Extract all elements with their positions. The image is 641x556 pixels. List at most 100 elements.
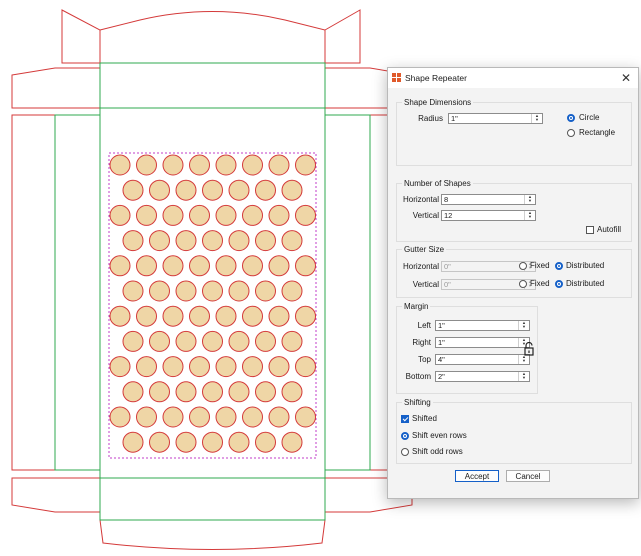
radius-label: Radius: [418, 114, 443, 123]
repeated-circle: [215, 356, 237, 378]
repeated-circle: [162, 255, 184, 277]
repeated-circle: [268, 154, 290, 176]
repeated-circle: [242, 154, 263, 176]
circle-radio[interactable]: [567, 114, 575, 122]
autofill-checkbox[interactable]: [586, 226, 594, 234]
horizontal-count-label: Horizontal: [402, 195, 439, 204]
repeated-circle: [242, 406, 263, 428]
repeated-circle: [149, 179, 170, 201]
unlocked-padlock-icon[interactable]: [523, 342, 535, 356]
gutter-horizontal-distributed-label: Distributed: [566, 261, 605, 270]
repeated-circle: [255, 381, 276, 403]
repeated-circle: [109, 305, 131, 327]
repeated-circle: [189, 255, 210, 277]
vertical-count-label: Vertical: [412, 211, 439, 220]
margin-bottom-input[interactable]: [438, 372, 518, 381]
margin-bottom-stepper-arrows[interactable]: ▲ ▼: [518, 372, 529, 381]
shift-even-rows-radio[interactable]: [401, 432, 409, 440]
radius-stepper-arrows[interactable]: ▲ ▼: [531, 114, 542, 123]
cancel-button[interactable]: Cancel: [506, 470, 550, 482]
repeated-circle: [189, 204, 210, 226]
gutter-horizontal-fixed-radio[interactable]: [519, 262, 527, 270]
radius-input[interactable]: [451, 114, 531, 123]
repeated-circle: [189, 154, 210, 176]
shifting-group: Shifting Shifted Shift even rows Shift o…: [396, 398, 632, 464]
left-outer-side-panel: [11, 114, 56, 471]
repeated-circle: [149, 381, 170, 403]
rectangle-label: Rectangle: [579, 128, 616, 137]
repeated-circle: [281, 230, 303, 252]
number-of-shapes-group: Number of Shapes Horizontal ▲▼ Vertical …: [396, 179, 632, 242]
gutter-vertical-distributed-radio[interactable]: [555, 280, 563, 288]
margin-left-stepper-arrows[interactable]: ▲ ▼: [518, 321, 529, 330]
repeated-circles: [109, 154, 316, 453]
app-icon: [392, 73, 401, 82]
title-bar: Shape Repeater ✕: [388, 68, 638, 88]
repeated-circle: [268, 204, 290, 226]
circle-label: Circle: [579, 113, 600, 122]
close-icon[interactable]: ✕: [618, 70, 634, 86]
margin-right-spinbox[interactable]: ▲▼: [435, 337, 530, 348]
repeated-circle: [228, 230, 250, 252]
repeated-circle: [136, 154, 157, 176]
repeated-circle: [109, 154, 131, 176]
gutter-vertical-label: Vertical: [412, 280, 439, 289]
shifting-legend: Shifting: [402, 398, 433, 407]
horizontal-count-input[interactable]: [444, 195, 524, 204]
top-left-corner-flap: [61, 9, 101, 64]
autofill-label: Autofill: [597, 225, 622, 234]
shape-dimensions-group: Shape Dimensions Radius ▲▼ Circle Rectan…: [396, 98, 632, 166]
repeated-circle: [149, 230, 170, 252]
repeated-circle: [215, 305, 237, 327]
margin-left-label: Left: [417, 321, 431, 330]
vertical-count-input[interactable]: [444, 211, 524, 220]
repeated-circle: [175, 230, 197, 252]
accept-button[interactable]: Accept: [455, 470, 499, 482]
repeated-circle: [136, 356, 157, 378]
horizontal-count-stepper-arrows[interactable]: ▲ ▼: [524, 195, 535, 204]
repeated-circle: [109, 255, 131, 277]
shift-odd-rows-radio[interactable]: [401, 448, 409, 456]
gutter-horizontal-distributed-radio[interactable]: [555, 262, 563, 270]
gutter-vertical-fixed-radio[interactable]: [519, 280, 527, 288]
repeated-circle: [295, 356, 316, 378]
repeated-circle: [268, 255, 290, 277]
margin-top-label: Top: [418, 355, 431, 364]
rectangle-radio[interactable]: [567, 129, 575, 137]
margin-top-input[interactable]: [438, 355, 518, 364]
repeated-circle: [202, 179, 223, 201]
margin-left-spinbox[interactable]: ▲▼: [435, 320, 530, 331]
top-tuck-flap: [99, 11, 326, 64]
radius-spinbox[interactable]: ▲▼: [448, 113, 543, 124]
shifted-checkbox[interactable]: [401, 415, 409, 423]
number-of-shapes-legend: Number of Shapes: [402, 179, 473, 188]
top-right-corner-flap: [324, 9, 361, 64]
margin-right-input[interactable]: [438, 338, 518, 347]
repeated-circle: [122, 330, 144, 352]
repeated-circle: [149, 330, 170, 352]
shifted-label: Shifted: [412, 414, 437, 423]
vertical-count-spinbox[interactable]: ▲▼: [441, 210, 536, 221]
repeated-circle: [109, 204, 131, 226]
repeated-circle: [281, 179, 303, 201]
horizontal-count-spinbox[interactable]: ▲▼: [441, 194, 536, 205]
repeated-circle: [268, 356, 290, 378]
repeated-circle: [228, 179, 250, 201]
repeated-circle: [162, 305, 184, 327]
repeated-circle: [255, 330, 276, 352]
repeated-circle: [215, 204, 237, 226]
shift-even-rows-label: Shift even rows: [412, 431, 467, 440]
repeated-circle: [281, 381, 303, 403]
margin-left-input[interactable]: [438, 321, 518, 330]
repeated-circle: [162, 204, 184, 226]
margin-top-spinbox[interactable]: ▲▼: [435, 354, 530, 365]
margin-top-stepper-arrows[interactable]: ▲ ▼: [518, 355, 529, 364]
repeated-circle: [202, 431, 223, 453]
margin-group: Margin Left ▲▼ Right ▲▼ Top ▲▼ Bottom ▲▼: [396, 302, 538, 394]
gutter-vertical-distributed-label: Distributed: [566, 279, 605, 288]
vertical-count-stepper-arrows[interactable]: ▲ ▼: [524, 211, 535, 220]
dialog-title: Shape Repeater: [405, 73, 467, 83]
repeated-circle: [255, 280, 276, 302]
repeated-circle: [202, 280, 223, 302]
margin-bottom-spinbox[interactable]: ▲▼: [435, 371, 530, 382]
